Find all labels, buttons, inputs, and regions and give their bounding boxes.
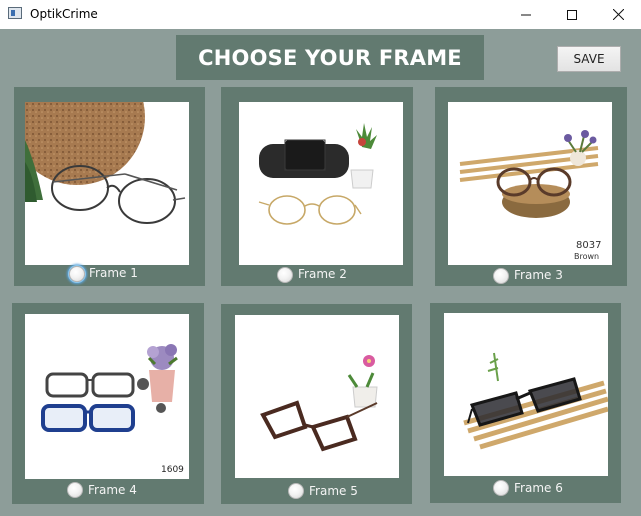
frame-photo-2[interactable] [239, 102, 403, 265]
frame-1-radio[interactable] [69, 266, 85, 282]
window-title: OptikCrime [30, 7, 98, 21]
close-icon [612, 9, 624, 20]
frame-2-label: Frame 2 [298, 267, 347, 281]
frame-card-2: Frame 2 [221, 87, 413, 286]
frame-3-radio[interactable] [493, 268, 509, 284]
title-bar: OptikCrime [0, 0, 641, 29]
minimize-button[interactable] [503, 0, 549, 29]
maximize-button[interactable] [549, 0, 595, 29]
frame-card-3: 8037 Brown Frame 3 [435, 87, 627, 286]
glasses-photo-2 [258, 123, 377, 225]
minimize-icon [521, 14, 531, 15]
frame-1-label: Frame 1 [89, 266, 138, 280]
frame-photo-1[interactable] [25, 102, 189, 265]
glasses-photo-6 [463, 352, 608, 450]
frame-4-label: Frame 4 [88, 483, 137, 497]
frame-2-radio[interactable] [277, 267, 293, 283]
frame-4-code: 1609 [161, 465, 184, 475]
frame-photo-5[interactable] [235, 315, 399, 478]
frame-6-label: Frame 6 [514, 481, 563, 495]
frame-card-5: Frame 5 [221, 304, 412, 504]
frame-card-1: Frame 1 [14, 87, 205, 286]
save-button[interactable]: SAVE [557, 46, 621, 72]
frame-photo-4[interactable]: 1609 [25, 314, 189, 479]
frame-3-label: Frame 3 [514, 268, 563, 282]
page-title: CHOOSE YOUR FRAME [176, 35, 484, 80]
frame-3-code: 8037 [576, 240, 601, 251]
frame-card-4: 1609 Frame 4 [12, 303, 204, 504]
maximize-icon [567, 9, 577, 20]
glasses-photo-5 [260, 355, 378, 452]
frame-5-radio[interactable] [288, 483, 304, 499]
frame-photo-6[interactable] [444, 313, 608, 476]
frame-4-radio[interactable] [67, 482, 83, 498]
app-icon [8, 7, 22, 19]
frame-photo-3[interactable]: 8037 Brown [448, 102, 612, 265]
glasses-photo-1 [25, 102, 186, 224]
frame-card-6: Frame 6 [430, 303, 621, 503]
glasses-photo-4: 1609 [41, 344, 184, 475]
glasses-photo-3: 8037 Brown [459, 130, 601, 261]
frame-5-label: Frame 5 [309, 484, 358, 498]
close-button[interactable] [595, 0, 641, 29]
frame-3-color: Brown [574, 252, 599, 261]
frame-6-radio[interactable] [493, 480, 509, 496]
